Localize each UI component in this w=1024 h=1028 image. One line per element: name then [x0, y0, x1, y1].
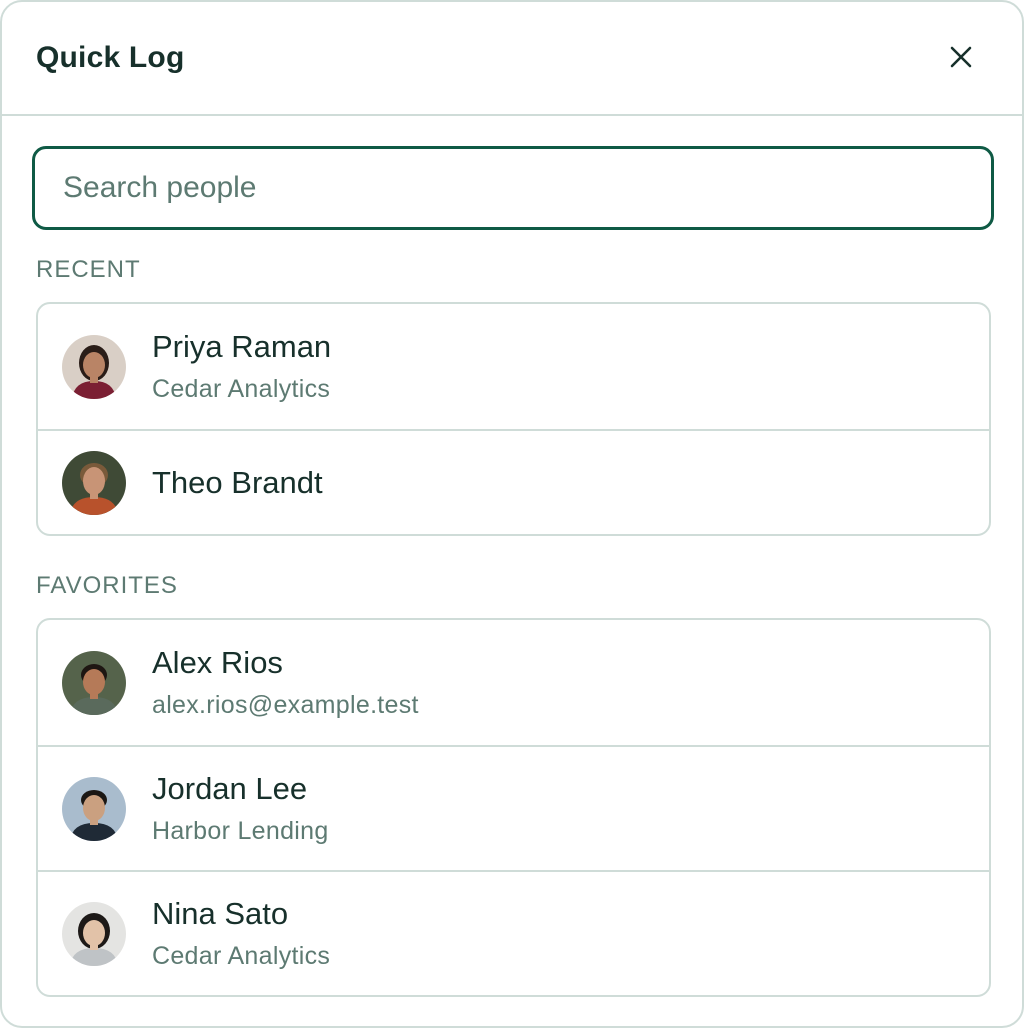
person-detail: Cedar Analytics — [152, 375, 331, 403]
person-row-alex-rios[interactable]: Alex Rios alex.rios@example.test — [38, 620, 989, 745]
person-detail: alex.rios@example.test — [152, 691, 419, 719]
person-row-nina-sato[interactable]: Nina Sato Cedar Analytics — [38, 870, 989, 995]
avatar — [62, 901, 126, 966]
person-name: Theo Brandt — [152, 464, 323, 500]
quick-log-dialog: Quick Log RECENT Priya Ram — [0, 0, 1024, 1028]
avatar — [62, 650, 126, 715]
dialog-header: Quick Log — [2, 2, 1022, 116]
avatar — [62, 334, 126, 399]
person-name: Nina Sato — [152, 896, 289, 931]
section-label-favorites: FAVORITES — [36, 572, 178, 599]
person-detail: Harbor Lending — [152, 817, 329, 845]
section-label-recent: RECENT — [36, 256, 141, 283]
person-name: Alex Rios — [152, 645, 283, 680]
search-container — [2, 116, 1022, 230]
favorites-list: Alex Rios alex.rios@example.test Jordan … — [36, 618, 991, 997]
close-button[interactable] — [944, 40, 978, 74]
person-row-priya-raman[interactable]: Priya Raman Cedar Analytics — [38, 304, 989, 429]
person-name: Jordan Lee — [152, 771, 308, 806]
close-icon — [950, 46, 972, 68]
recent-list: Priya Raman Cedar Analytics Theo Brandt — [36, 302, 991, 536]
dialog-title: Quick Log — [36, 41, 185, 74]
avatar — [62, 776, 126, 841]
person-detail: Cedar Analytics — [152, 942, 331, 970]
avatar — [62, 450, 126, 515]
person-row-theo-brandt[interactable]: Theo Brandt — [38, 429, 989, 534]
search-input[interactable] — [63, 171, 963, 205]
person-name: Priya Raman — [152, 329, 332, 364]
person-row-jordan-lee[interactable]: Jordan Lee Harbor Lending — [38, 745, 989, 870]
search-box[interactable] — [32, 146, 994, 230]
